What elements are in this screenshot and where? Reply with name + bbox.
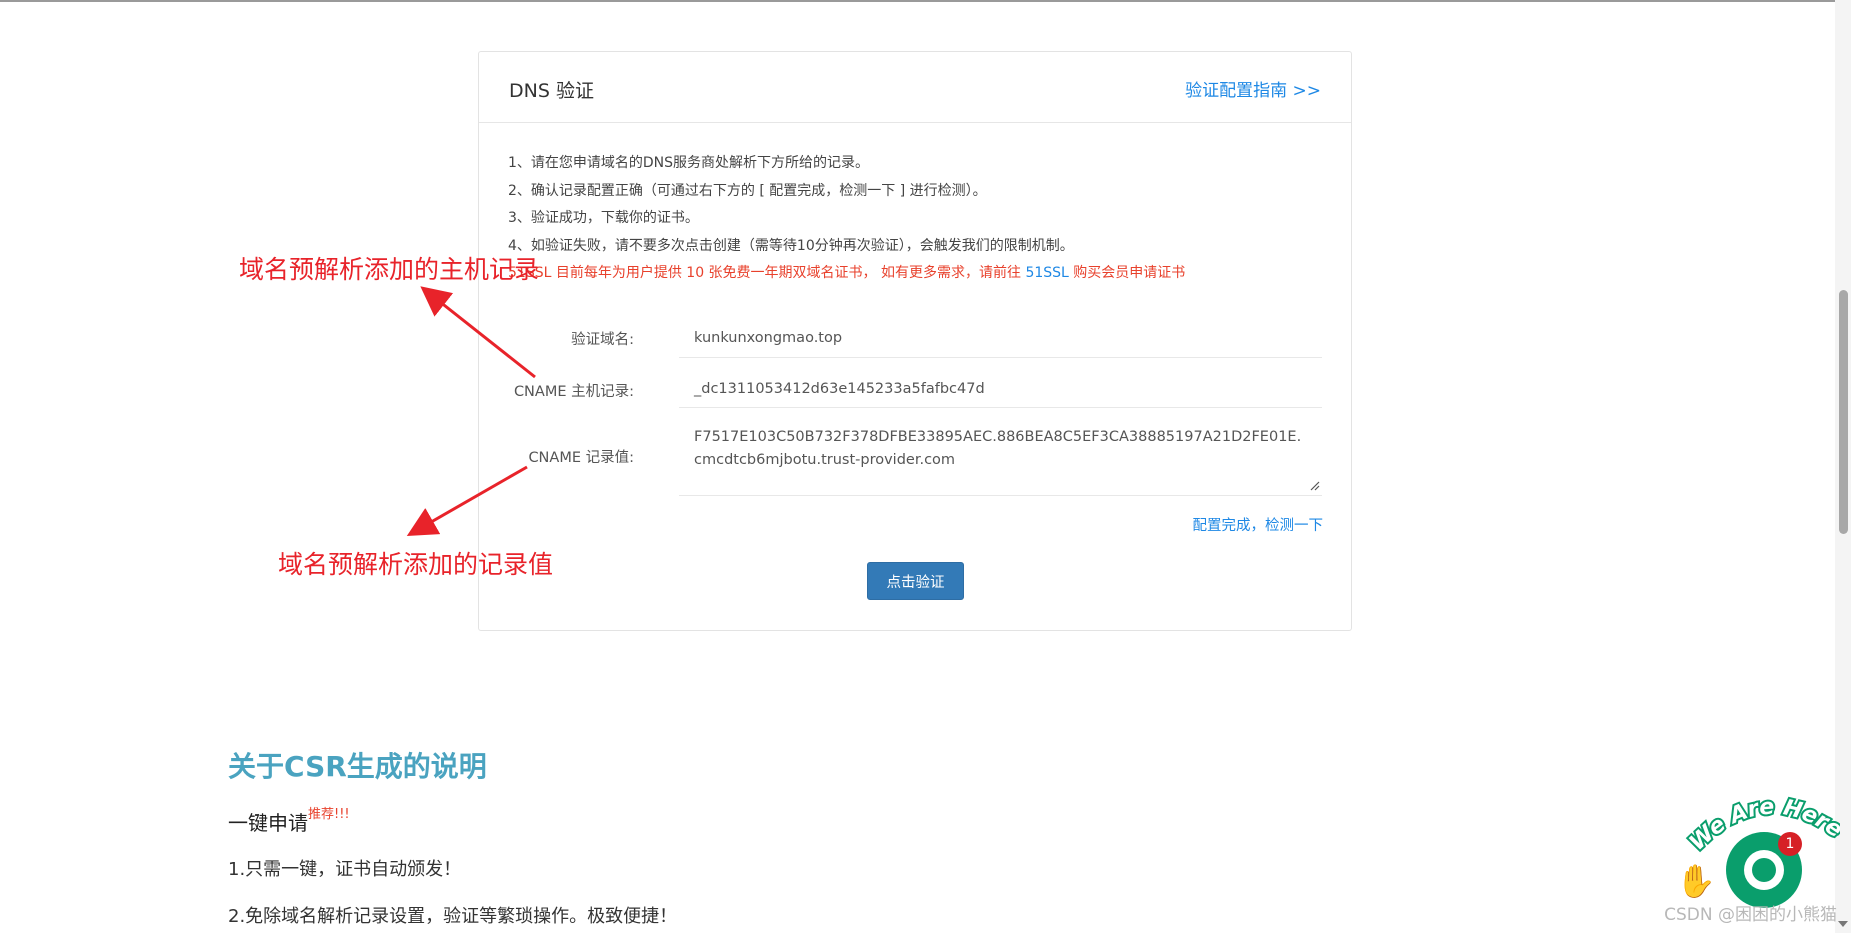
check-config-link[interactable]: 配置完成，检测一下 xyxy=(1193,514,1324,535)
chat-notification-badge: 1 xyxy=(1778,832,1802,856)
promo-text: 51SSL 目前每年为用户提供 10 张免费一年期双域名证书， 如有更多需求，请… xyxy=(508,265,1026,281)
domain-label: 验证域名: xyxy=(571,332,634,348)
promo-suffix: 购买会员申请证书 xyxy=(1068,265,1186,281)
waving-hand-icon: ✋ xyxy=(1676,862,1716,900)
one-click-label: 一键申请 xyxy=(228,811,308,835)
cname-value-label: CNAME 记录值: xyxy=(528,450,634,466)
card-title: DNS 验证 xyxy=(509,80,594,102)
cname-value-textarea[interactable]: F7517E103C50B732F378DFBE33895AEC.886BEA8… xyxy=(679,420,1322,496)
promo-note: 51SSL 目前每年为用户提供 10 张免费一年期双域名证书， 如有更多需求，请… xyxy=(508,260,1185,288)
instruction-item: 1、请在您申请域名的DNS服务商处解析下方所给的记录。 xyxy=(508,155,870,171)
csr-section-title: 关于CSR生成的说明 xyxy=(228,750,487,783)
top-border xyxy=(0,0,1851,2)
instruction-list: 1、请在您申请域名的DNS服务商处解析下方所给的记录。 2、确认记录配置正确（可… xyxy=(508,150,1185,288)
one-click-heading: 一键申请推荐!!! xyxy=(228,807,350,836)
resize-handle-icon[interactable] xyxy=(1310,481,1320,491)
annotation-host-record: 域名预解析添加的主机记录 xyxy=(239,255,540,284)
scrollbar-thumb[interactable] xyxy=(1839,290,1848,534)
instruction-item: 2、确认记录配置正确（可通过右下方的 [ 配置完成，检测一下 ] 进行检测）。 xyxy=(508,182,987,199)
scroll-down-arrow-icon[interactable] xyxy=(1838,921,1848,927)
annotation-record-value: 域名预解析添加的记录值 xyxy=(278,550,554,579)
domain-value[interactable]: kunkunxongmao.top xyxy=(679,322,1322,358)
card-header: DNS 验证 验证配置指南 >> xyxy=(479,52,1351,123)
promo-51ssl-link[interactable]: 51SSL xyxy=(1025,265,1068,281)
verify-button[interactable]: 点击验证 xyxy=(867,562,964,600)
instruction-item: 4、如验证失败，请不要多次点击创建（需等待10分钟再次验证），会触发我们的限制机… xyxy=(508,237,1074,254)
benefit-line-1: 1.只需一键，证书自动颁发！ xyxy=(228,859,462,880)
cname-value-text: F7517E103C50B732F378DFBE33895AEC.886BEA8… xyxy=(694,429,1302,468)
recommend-badge: 推荐!!! xyxy=(308,807,350,823)
benefit-line-2: 2.免除域名解析记录设置，验证等繁琐操作。极致便捷！ xyxy=(228,906,678,927)
cname-host-value[interactable]: _dc1311053412d63e145233a5fafbc47d xyxy=(679,372,1322,408)
verification-guide-link[interactable]: 验证配置指南 >> xyxy=(1185,76,1321,101)
csdn-watermark: CSDN @困困的小熊猫 xyxy=(1664,905,1837,925)
cname-host-label: CNAME 主机记录: xyxy=(513,384,634,400)
instruction-item: 3、验证成功，下载你的证书。 xyxy=(508,210,699,226)
